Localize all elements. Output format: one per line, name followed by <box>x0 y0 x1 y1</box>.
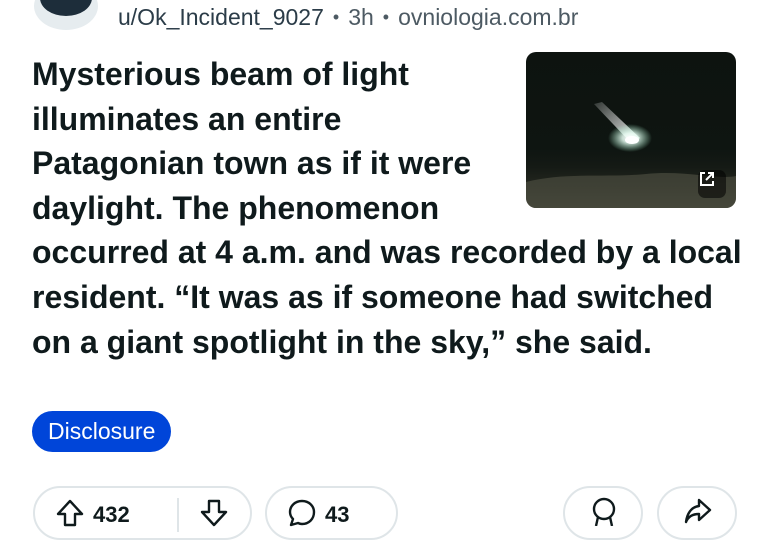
author-link[interactable]: u/Ok_Incident_9027 <box>118 4 324 31</box>
upvote-count: 432 <box>93 502 130 527</box>
comments-button[interactable]: 43 <box>265 486 398 540</box>
vote-divider <box>177 498 179 532</box>
comment-count: 43 <box>325 502 350 527</box>
downvote-icon[interactable] <box>199 498 229 528</box>
post-thumbnail[interactable] <box>526 52 736 208</box>
post-meta: u/Ok_Incident_9027 • 3h • ovniologia.com… <box>118 2 578 32</box>
comment-icon <box>288 499 316 527</box>
separator-dot: • <box>332 6 340 27</box>
award-button[interactable] <box>563 486 643 540</box>
upvote-icon[interactable] <box>55 498 85 528</box>
share-icon <box>684 498 712 524</box>
subreddit-avatar[interactable] <box>34 0 98 30</box>
light-core <box>625 136 639 144</box>
avatar-image <box>40 0 92 16</box>
external-link-icon[interactable] <box>698 170 726 198</box>
post-domain[interactable]: ovniologia.com.br <box>398 4 578 31</box>
share-button[interactable] <box>657 486 737 540</box>
flair-badge[interactable]: Disclosure <box>32 411 172 452</box>
post-age: 3h <box>348 3 374 30</box>
award-icon <box>592 497 616 526</box>
vote-bar: 432 <box>33 486 252 540</box>
separator-dot: • <box>382 6 390 27</box>
